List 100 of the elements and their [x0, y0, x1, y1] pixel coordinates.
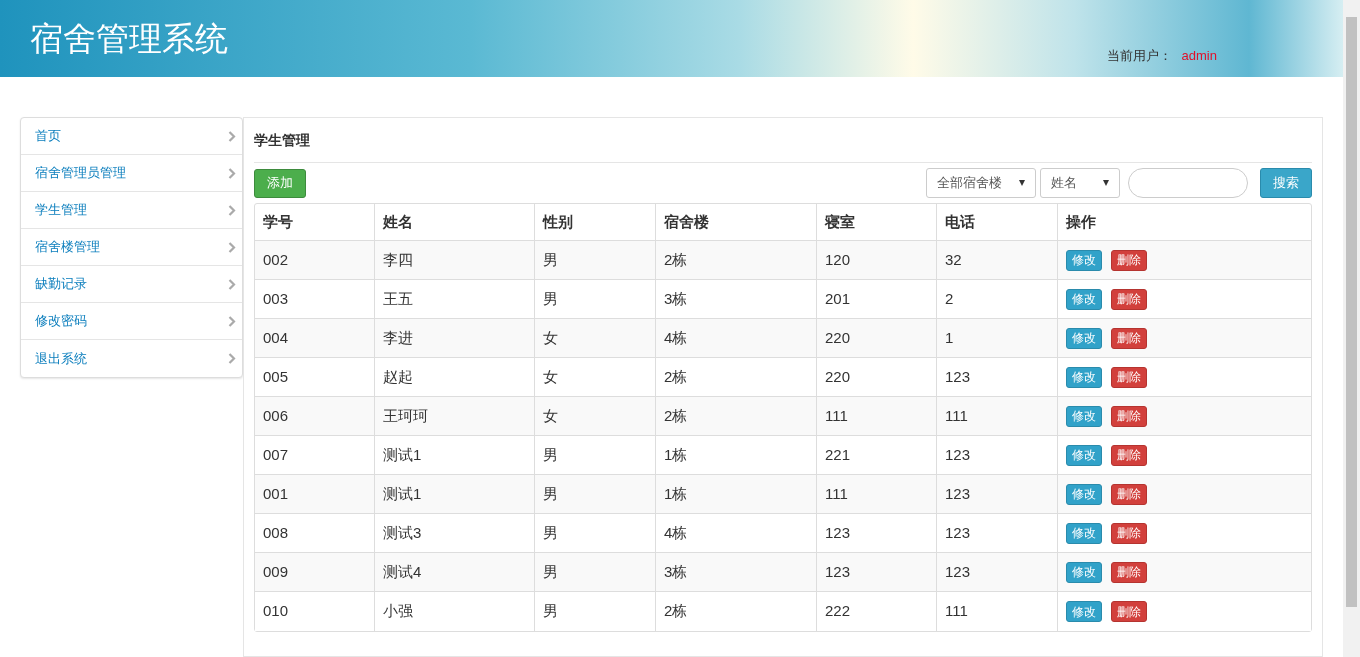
edit-button[interactable]: 修改: [1066, 288, 1102, 310]
table-cell-text: 测试1: [383, 483, 422, 504]
delete-button[interactable]: 删除: [1111, 522, 1147, 544]
table-cell-text: 3栋: [664, 288, 688, 309]
sidebar-item[interactable]: 宿舍管理员管理: [21, 155, 242, 192]
search-field[interactable]: [1128, 168, 1248, 198]
table-cell-text: 221: [825, 444, 851, 465]
sidebar-item[interactable]: 首页: [21, 118, 242, 155]
table-cell-text: 222: [825, 601, 851, 622]
delete-button[interactable]: 删除: [1111, 288, 1147, 310]
edit-button[interactable]: 修改: [1066, 522, 1102, 544]
edit-button[interactable]: 修改: [1066, 327, 1102, 349]
edit-button[interactable]: 修改: [1066, 249, 1102, 271]
table-cell-text: 2栋: [664, 601, 688, 622]
edit-button[interactable]: 修改: [1066, 483, 1102, 505]
table-cell-text: 男: [543, 483, 558, 504]
table-cell-text: 220: [825, 366, 851, 387]
table-cell-text: 123: [945, 561, 971, 582]
table-cell-text: 123: [825, 522, 851, 543]
table-cell-text: 005: [263, 366, 289, 387]
column-header: 寝室: [817, 204, 937, 240]
table-cell-text: 男: [543, 249, 558, 270]
delete-button[interactable]: 删除: [1111, 483, 1147, 505]
sidebar-item[interactable]: 退出系统: [21, 340, 242, 377]
building-select[interactable]: 全部宿舍楼: [926, 168, 1036, 198]
add-button[interactable]: 添加: [254, 168, 306, 198]
table-cell-text: 李四: [383, 249, 413, 270]
table-cell-text: 男: [543, 561, 558, 582]
table-cell-text: 测试4: [383, 561, 422, 582]
chevron-right-icon: [228, 315, 236, 327]
edit-button[interactable]: 修改: [1066, 601, 1102, 622]
table-cell-text: 4栋: [664, 327, 688, 348]
edit-button[interactable]: 修改: [1066, 366, 1102, 388]
table-cell-text: 123: [945, 483, 971, 504]
table-cell-text: 3栋: [664, 561, 688, 582]
edit-button[interactable]: 修改: [1066, 561, 1102, 583]
table-cell-text: 2: [945, 288, 954, 309]
delete-button[interactable]: 删除: [1111, 561, 1147, 583]
delete-button[interactable]: 删除: [1111, 249, 1147, 271]
table-cell-text: 111: [945, 601, 968, 622]
table-cell-text: 李进: [383, 327, 413, 348]
search-button[interactable]: 搜索: [1260, 168, 1312, 198]
panel-title: 学生管理: [254, 130, 310, 150]
table-cell-text: 1栋: [664, 483, 688, 504]
table-cell-text: 003: [263, 288, 289, 309]
table-cell-text: 120: [825, 249, 851, 270]
edit-button[interactable]: 修改: [1066, 444, 1102, 466]
table-cell-text: 010: [263, 601, 289, 622]
table-cell-text: 1栋: [664, 444, 688, 465]
edit-button[interactable]: 修改: [1066, 405, 1102, 427]
sidebar-item[interactable]: 缺勤记录: [21, 266, 242, 303]
table-cell-text: 男: [543, 444, 558, 465]
table-cell-text: 赵起: [383, 366, 413, 387]
table-cell-text: 123: [945, 522, 971, 543]
column-header: 宿舍楼: [656, 204, 817, 240]
caret-icon: [1019, 180, 1025, 186]
table-cell-text: 女: [543, 405, 558, 426]
table-cell-text: 2栋: [664, 249, 688, 270]
table-cell-text: 2栋: [664, 405, 688, 426]
column-header: 电话: [937, 204, 1058, 240]
chevron-right-icon: [228, 241, 236, 253]
table-cell-text: 123: [945, 444, 971, 465]
column-header: 操作: [1065, 211, 1097, 232]
chevron-right-icon: [228, 204, 236, 216]
table-cell-text: 123: [945, 366, 971, 387]
scrollbar[interactable]: [1343, 0, 1360, 657]
table-cell-text: 111: [825, 405, 848, 426]
delete-button[interactable]: 删除: [1111, 366, 1147, 388]
table-cell-text: 111: [825, 483, 848, 504]
delete-button[interactable]: 删除: [1111, 601, 1147, 622]
sidebar-item[interactable]: 修改密码: [21, 303, 242, 340]
table-cell-text: 女: [543, 366, 558, 387]
table-cell-text: 007: [263, 444, 289, 465]
table-cell-text: 女: [543, 327, 558, 348]
table-cell-text: 009: [263, 561, 289, 582]
table-cell-text: 男: [543, 522, 558, 543]
table-cell-text: 123: [825, 561, 851, 582]
table-cell-text: 4栋: [664, 522, 688, 543]
chevron-right-icon: [228, 353, 236, 364]
chevron-right-icon: [228, 167, 236, 179]
sidebar-item[interactable]: 宿舍楼管理: [21, 229, 242, 266]
delete-button[interactable]: 删除: [1111, 327, 1147, 349]
delete-button[interactable]: 删除: [1111, 444, 1147, 466]
sidebar-item[interactable]: 学生管理: [21, 192, 242, 229]
table-cell-text: 008: [263, 522, 289, 543]
table-cell-text: 220: [825, 327, 851, 348]
table-cell-text: 小强: [383, 601, 413, 622]
chevron-right-icon: [228, 278, 236, 290]
delete-button[interactable]: 删除: [1111, 405, 1147, 427]
table-cell-text: 2栋: [664, 366, 688, 387]
caret-icon: [1103, 180, 1109, 186]
table-cell-text: 004: [263, 327, 289, 348]
table-cell-text: 111: [945, 405, 968, 426]
table-cell-text: 006: [263, 405, 289, 426]
table-cell-text: 男: [543, 288, 558, 309]
field-select[interactable]: 姓名: [1040, 168, 1120, 198]
user-name: admin: [1181, 46, 1217, 65]
column-header: 姓名: [375, 204, 535, 240]
table-cell-text: 王五: [383, 288, 413, 309]
table-cell-text: 001: [263, 483, 289, 504]
